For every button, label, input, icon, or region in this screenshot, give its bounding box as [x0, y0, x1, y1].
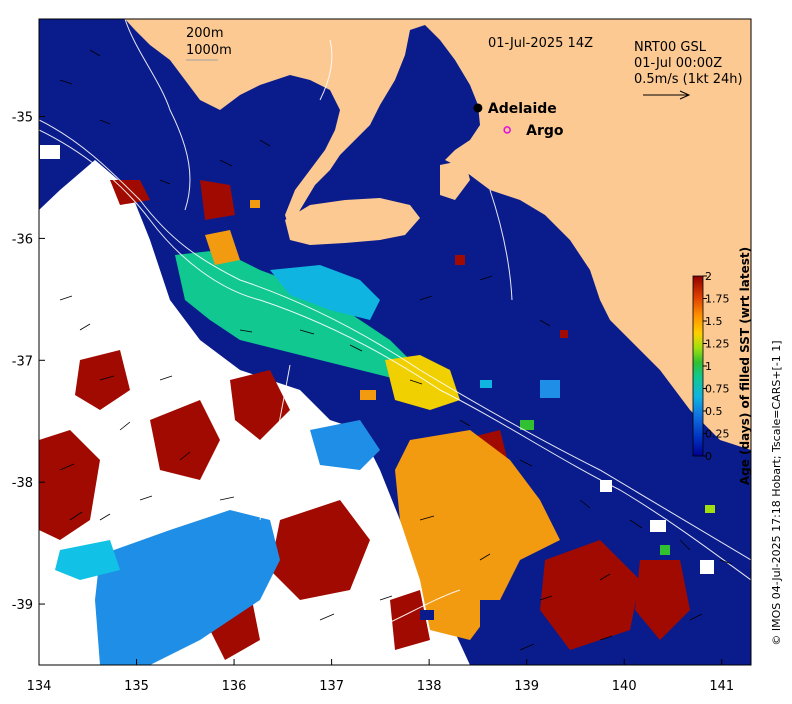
colorbar-tick-label: 1.75 [705, 293, 730, 306]
marker-label: Adelaide [488, 101, 557, 117]
x-tick-label: 141 [709, 679, 734, 694]
depth-legend-1000m: 1000m [186, 43, 232, 58]
y-tick-label: -38 [12, 476, 33, 491]
credit-text: © IMOS 04-Jul-2025 17:18 Hobart; Tscale=… [770, 340, 783, 645]
colorbar-tick-label: 0.25 [705, 428, 730, 441]
x-tick-label: 140 [612, 679, 637, 694]
y-tick-label: -37 [12, 354, 33, 369]
colorbar-tick-label: 0.75 [705, 383, 730, 396]
colorbar-tick-label: 1.5 [705, 315, 723, 328]
x-tick-label: 136 [222, 679, 247, 694]
sst-age-map-figure: 134 135 136 137 138 139 140 141 -35 -36 -37 -38 -39… [0, 0, 792, 700]
colorbar-label: Age (days) of filled SST (wrt latest) [738, 247, 752, 485]
marker-dot [473, 103, 483, 113]
depth-legend-200m: 200m [186, 26, 223, 41]
colorbar-tick-label: 2 [705, 270, 712, 283]
y-tick-label: -35 [12, 111, 33, 126]
marker-label: Argo [526, 123, 564, 139]
map-plot-area [39, 19, 751, 665]
colorbar-ramp [692, 275, 704, 457]
map-date-title: 01-Jul-2025 14Z [488, 36, 593, 51]
colorbar-tick-label: 1 [705, 360, 712, 373]
product-line-1: NRT00 GSL [634, 40, 707, 55]
y-tick-label: -39 [12, 598, 33, 613]
y-tick-label: -36 [12, 232, 33, 247]
x-tick-label: 139 [514, 679, 539, 694]
colorbar-tick-label: 0.5 [705, 405, 723, 418]
x-tick-label: 137 [319, 679, 344, 694]
product-line-3: 0.5m/s (1kt 24h) [634, 72, 743, 87]
x-tick-label: 138 [417, 679, 442, 694]
product-line-2: 01-Jul 00:00Z [634, 56, 722, 71]
x-tick-label: 134 [27, 679, 52, 694]
colorbar-tick-label: 1.25 [705, 338, 730, 351]
x-tick-label: 135 [124, 679, 149, 694]
colorbar-tick-label: 0 [705, 450, 712, 463]
